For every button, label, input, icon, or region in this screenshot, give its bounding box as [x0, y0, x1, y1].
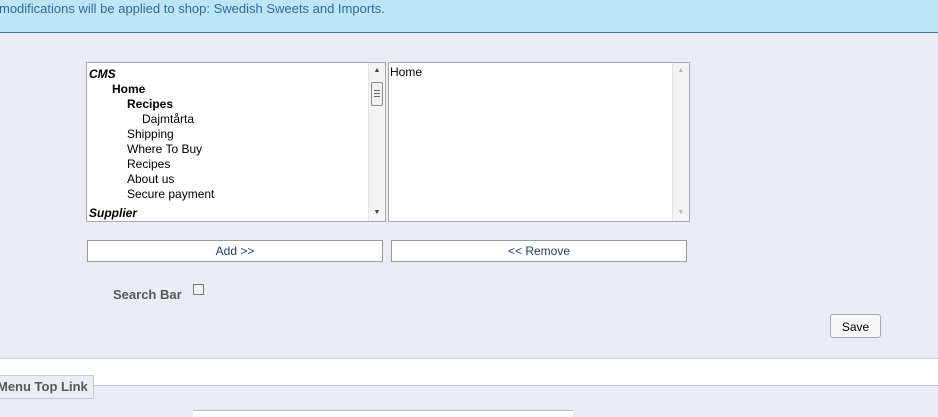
scroll-thumb[interactable] [371, 82, 383, 106]
scroll-down-icon[interactable]: ▼ [673, 206, 689, 220]
available-items-list[interactable]: CMS Home Recipes Dajmtårta Shipping Wher… [86, 62, 386, 222]
list-group-supplier[interactable]: Supplier [89, 206, 137, 221]
fieldset-border [0, 385, 938, 386]
banner-text: modifications will be applied to shop: S… [0, 1, 385, 16]
link-input-field[interactable] [193, 410, 573, 417]
list-item-recipes[interactable]: Recipes [127, 97, 173, 112]
add-button[interactable]: Add >> [87, 240, 383, 262]
list-item-dajmtarta[interactable]: Dajmtårta [142, 112, 194, 127]
scroll-up-icon[interactable]: ▲ [369, 64, 385, 78]
search-bar-label: Search Bar [113, 287, 182, 302]
scroll-up-icon[interactable]: ▲ [673, 64, 689, 78]
list-item-secure-payment[interactable]: Secure payment [127, 187, 214, 202]
list-group-cms[interactable]: CMS [89, 67, 116, 82]
section-divider [0, 358, 938, 386]
list-item-where-to-buy[interactable]: Where To Buy [127, 142, 202, 157]
right-list-scrollbar[interactable]: ▲ ▼ [672, 63, 689, 221]
list-item-shipping[interactable]: Shipping [127, 127, 174, 142]
scroll-down-icon[interactable]: ▼ [369, 206, 385, 220]
section-legend: Menu Top Link [0, 375, 94, 399]
list-item-home[interactable]: Home [112, 82, 145, 97]
list-item-recipes-2[interactable]: Recipes [127, 157, 170, 172]
info-banner: modifications will be applied to shop: S… [0, 0, 938, 33]
left-list-scrollbar[interactable]: ▲ ▼ [368, 63, 385, 221]
selected-item-home[interactable]: Home [390, 65, 422, 80]
save-button[interactable]: Save [830, 314, 881, 338]
selected-items-list[interactable]: Home ▲ ▼ [388, 62, 690, 222]
remove-button[interactable]: << Remove [391, 240, 687, 262]
list-item-about-us[interactable]: About us [127, 172, 174, 187]
search-bar-checkbox[interactable] [193, 284, 204, 295]
